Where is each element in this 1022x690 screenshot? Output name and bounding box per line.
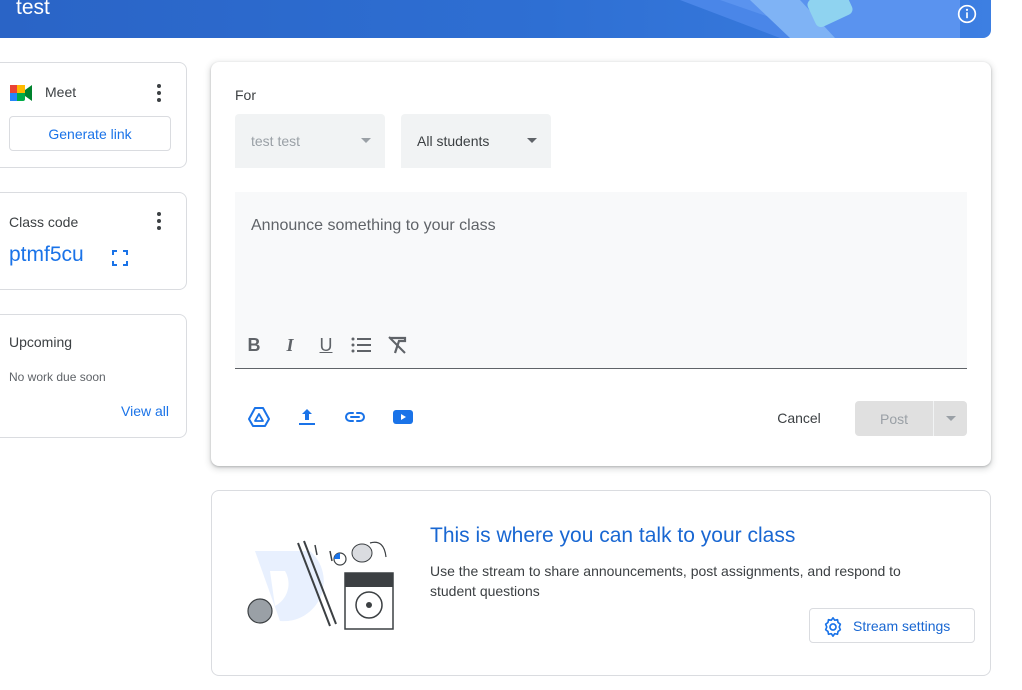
underline-icon[interactable]: U [315,334,337,356]
dropdown-arrow-icon [946,416,956,421]
more-vert-icon[interactable] [149,81,169,105]
announcement-input[interactable]: Announce something to your class B I U [235,192,967,369]
post-button[interactable]: Post [855,401,933,436]
class-select[interactable]: test test [235,114,385,168]
dropdown-arrow-icon [527,138,537,143]
audience-select[interactable]: All students [401,114,551,168]
class-banner: test [0,0,991,38]
upcoming-title: Upcoming [9,334,73,350]
meet-card: Meet Generate link [0,62,187,168]
class-code-value: ptmf5cu [9,243,84,266]
stream-info-description: Use the stream to share announcements, p… [430,563,901,599]
more-vert-icon[interactable] [149,209,169,233]
stream-illustration [247,540,394,630]
for-label: For [235,87,256,103]
upcoming-card: Upcoming No work due soon View all [0,314,187,438]
announcement-composer: For test test All students Announce some… [211,62,991,466]
drive-icon[interactable] [247,405,271,429]
italic-icon[interactable]: I [279,334,301,356]
stream-info-card: This is where you can talk to your class… [211,490,991,676]
upcoming-empty-text: No work due soon [9,370,106,384]
gear-icon [824,617,842,637]
banner-illustration [680,0,960,38]
announcement-placeholder: Announce something to your class [251,217,496,234]
dropdown-arrow-icon [361,138,371,143]
stream-settings-label: Stream settings [853,618,951,634]
meet-icon [10,85,32,101]
stream-settings-button[interactable]: Stream settings [809,608,975,643]
expand-icon[interactable] [112,250,128,266]
info-icon[interactable] [957,4,977,24]
stream-info-title: This is where you can talk to your class [430,524,796,547]
upload-icon[interactable] [295,405,319,429]
meet-title: Meet [45,84,77,100]
cancel-button[interactable]: Cancel [764,401,834,435]
class-select-value: test test [251,133,301,149]
youtube-icon[interactable] [391,405,415,429]
post-options-button[interactable] [933,401,967,436]
generate-link-button[interactable]: Generate link [9,116,171,151]
view-all-link[interactable]: View all [121,403,169,419]
class-code-card: Class code ptmf5cu [0,192,187,290]
link-icon[interactable] [343,405,367,429]
bulleted-list-icon[interactable] [350,334,372,356]
class-code-label: Class code [9,214,79,230]
class-title: test [16,0,50,19]
bold-icon[interactable]: B [243,334,265,356]
audience-select-value: All students [417,133,490,149]
clear-format-icon[interactable] [386,334,408,356]
